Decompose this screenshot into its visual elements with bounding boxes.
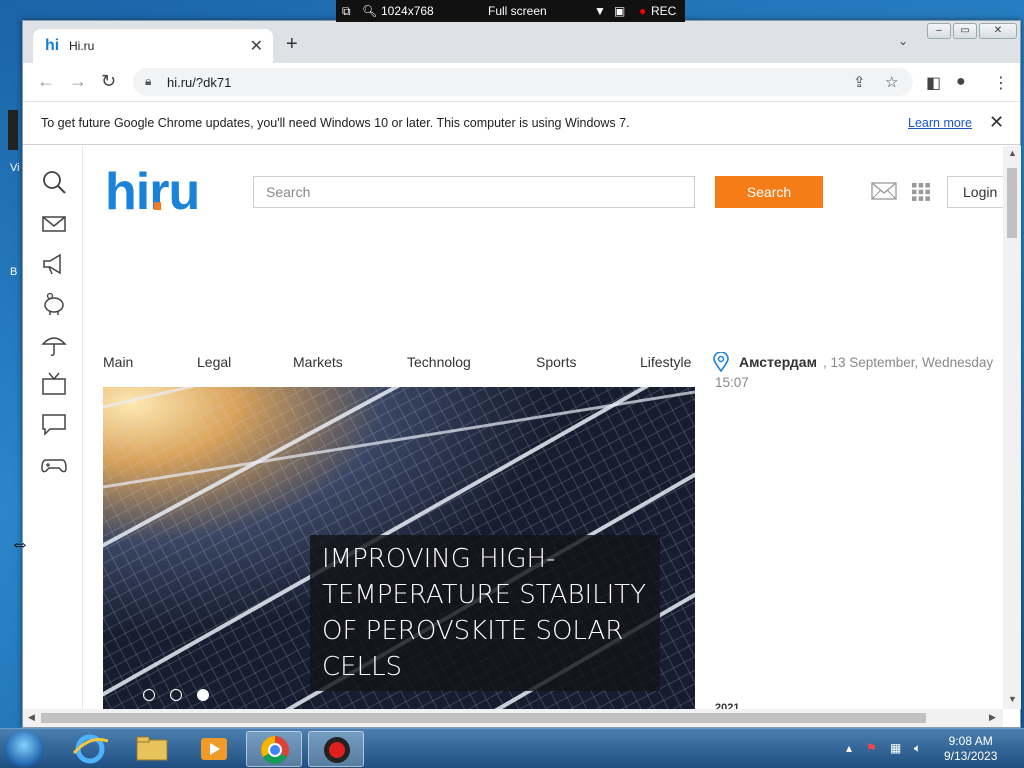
tray-expand-icon[interactable]: ▴ xyxy=(846,741,852,755)
clock-date: 9/13/2023 xyxy=(944,749,998,763)
resize-cursor-icon: ⇔ xyxy=(10,533,30,555)
tab-close-icon[interactable]: ✕ xyxy=(250,36,263,56)
camera-icon[interactable]: ▣ xyxy=(614,4,625,18)
window-icon[interactable]: ⧉ xyxy=(342,4,351,19)
windows-taskbar: ▴ ⚑ ▦ 🔈︎ 9:08 AM 9/13/2023 xyxy=(0,728,1024,768)
media-player-icon[interactable] xyxy=(186,731,242,767)
slider-dot-2[interactable] xyxy=(170,689,182,701)
nav-main[interactable]: Main xyxy=(103,354,133,370)
profile-avatar-icon[interactable]: ● xyxy=(956,73,966,91)
favicon-icon: hi xyxy=(45,37,60,54)
chat-bubble-icon[interactable] xyxy=(40,410,68,438)
toolbar: ← → ↻ 🔒︎ hi.ru/?dk71 ⇪ ☆ ◧ ● ⋮ xyxy=(23,63,1020,101)
nav-lifestyle[interactable]: Lifestyle xyxy=(640,354,691,370)
side-panel-icon[interactable]: ◧ xyxy=(926,73,941,93)
hero-slider[interactable]: IMPROVING HIGH-TEMPERATURE STABILITY OF … xyxy=(103,387,695,709)
menu-kebab-icon[interactable]: ⋮ xyxy=(993,73,1009,93)
url-text[interactable]: hi.ru/?dk71 xyxy=(167,75,231,90)
tab-search-chevron-icon[interactable]: ⌄ xyxy=(898,34,908,48)
logo-main: hi xyxy=(105,163,150,221)
search-icon[interactable] xyxy=(40,168,68,196)
infobar-close-icon[interactable]: ✕ xyxy=(989,112,1004,133)
scroll-right-icon[interactable]: ▶ xyxy=(989,712,996,723)
rec-label[interactable]: REC xyxy=(651,4,676,18)
fullscreen-label[interactable]: Full screen xyxy=(488,4,547,18)
megaphone-icon[interactable] xyxy=(40,250,68,278)
gamepad-icon[interactable] xyxy=(40,450,68,478)
hero-headline[interactable]: IMPROVING HIGH-TEMPERATURE STABILITY OF … xyxy=(310,535,660,691)
current-time: 15:07 xyxy=(715,375,749,390)
tv-icon[interactable] xyxy=(40,370,68,398)
header-mail-icon[interactable] xyxy=(871,182,897,200)
page-viewport: hi.ru Search Login Main Legal Markets Te… xyxy=(23,146,1003,709)
umbrella-weather-icon[interactable] xyxy=(40,330,68,358)
logo-dot: . xyxy=(149,162,165,222)
tab-title: Hi.ru xyxy=(69,39,95,53)
record-dot-icon: ● xyxy=(639,4,647,18)
start-button[interactable] xyxy=(4,731,44,767)
nav-sports[interactable]: Sports xyxy=(536,354,576,370)
dropdown-icon[interactable]: ▼ xyxy=(594,4,606,18)
desktop-icon-fragment[interactable]: Vi xyxy=(0,110,20,174)
current-date: , 13 September, Wednesday xyxy=(823,355,994,370)
nav-technology[interactable]: Technolog xyxy=(407,354,471,370)
scroll-down-icon[interactable]: ▼ xyxy=(1008,694,1017,704)
lock-icon[interactable]: 🔒︎ xyxy=(145,74,151,89)
horizontal-scrollbar[interactable]: ◀ ▶ xyxy=(23,709,1003,727)
recording-toolbar: ⧉ 🔍︎ 1024x768 Full screen ▼ ▣ ● REC xyxy=(336,0,685,22)
login-button[interactable]: Login xyxy=(947,176,1003,208)
learn-more-link[interactable]: Learn more xyxy=(908,116,972,130)
new-tab-button[interactable]: + xyxy=(286,33,298,56)
site-logo[interactable]: hi. ru xyxy=(105,162,200,222)
maximize-button[interactable]: ▭ xyxy=(953,23,977,39)
internet-explorer-icon[interactable] xyxy=(62,731,118,767)
left-sidebar xyxy=(23,146,83,709)
recorder-app-icon[interactable] xyxy=(308,731,364,767)
nav-legal[interactable]: Legal xyxy=(197,354,231,370)
resolution-label: 1024x768 xyxy=(381,4,434,18)
desktop-icon-fragment-2[interactable]: B xyxy=(0,228,20,278)
piggy-bank-icon[interactable] xyxy=(40,290,68,318)
file-explorer-icon[interactable] xyxy=(124,731,180,767)
slider-dot-1[interactable] xyxy=(143,689,155,701)
mail-icon[interactable] xyxy=(40,210,68,238)
site-search-input[interactable] xyxy=(253,176,695,208)
vertical-scrollbar[interactable]: ▲ ▼ xyxy=(1003,146,1021,709)
scroll-up-icon[interactable]: ▲ xyxy=(1008,148,1017,158)
forward-arrow-icon[interactable]: → xyxy=(69,71,87,92)
zoom-icon[interactable]: 🔍︎ xyxy=(362,4,377,18)
tray-flag-icon[interactable]: ⚑ xyxy=(866,741,877,755)
location-pin-icon xyxy=(713,352,729,372)
vertical-scroll-thumb[interactable] xyxy=(1007,168,1017,238)
desktop-icon-label: Vi xyxy=(10,162,20,174)
nav-markets[interactable]: Markets xyxy=(293,354,343,370)
minimize-button[interactable]: – xyxy=(927,23,951,39)
chrome-window: hi Hi.ru ✕ + ⌄ – ▭ ✕ ← → ↻ 🔒︎ hi.ru/?dk7… xyxy=(22,20,1021,728)
tab-strip: hi Hi.ru ✕ + ⌄ – ▭ ✕ xyxy=(23,21,1020,63)
tray-volume-icon[interactable]: 🔈︎ xyxy=(914,741,921,756)
apps-grid-icon[interactable] xyxy=(912,183,930,201)
infobar-message: To get future Google Chrome updates, you… xyxy=(41,116,630,130)
horizontal-scroll-thumb[interactable] xyxy=(41,713,926,723)
back-arrow-icon[interactable]: ← xyxy=(37,71,55,92)
desktop-icon-label-2: B xyxy=(10,266,18,278)
location-name[interactable]: Амстердам xyxy=(739,354,817,370)
share-icon[interactable]: ⇪ xyxy=(853,73,866,91)
chrome-taskbar-icon[interactable] xyxy=(246,731,302,767)
partial-text-fragment: 2021 xyxy=(715,702,740,709)
bookmark-star-icon[interactable]: ☆ xyxy=(885,73,898,91)
update-infobar: To get future Google Chrome updates, you… xyxy=(23,101,1020,145)
tray-network-icon[interactable]: ▦ xyxy=(890,741,901,755)
scroll-left-icon[interactable]: ◀ xyxy=(28,712,35,723)
system-clock[interactable]: 9:08 AM 9/13/2023 xyxy=(944,734,997,764)
site-search-button[interactable]: Search xyxy=(715,176,823,208)
slider-dot-3-active[interactable] xyxy=(197,689,209,701)
close-window-button[interactable]: ✕ xyxy=(979,23,1017,39)
reload-icon[interactable]: ↻ xyxy=(101,71,116,92)
tab-hiru[interactable]: hi Hi.ru ✕ xyxy=(33,29,273,63)
clock-time: 9:08 AM xyxy=(948,734,993,748)
address-bar[interactable]: 🔒︎ hi.ru/?dk71 ⇪ ☆ xyxy=(133,68,913,96)
